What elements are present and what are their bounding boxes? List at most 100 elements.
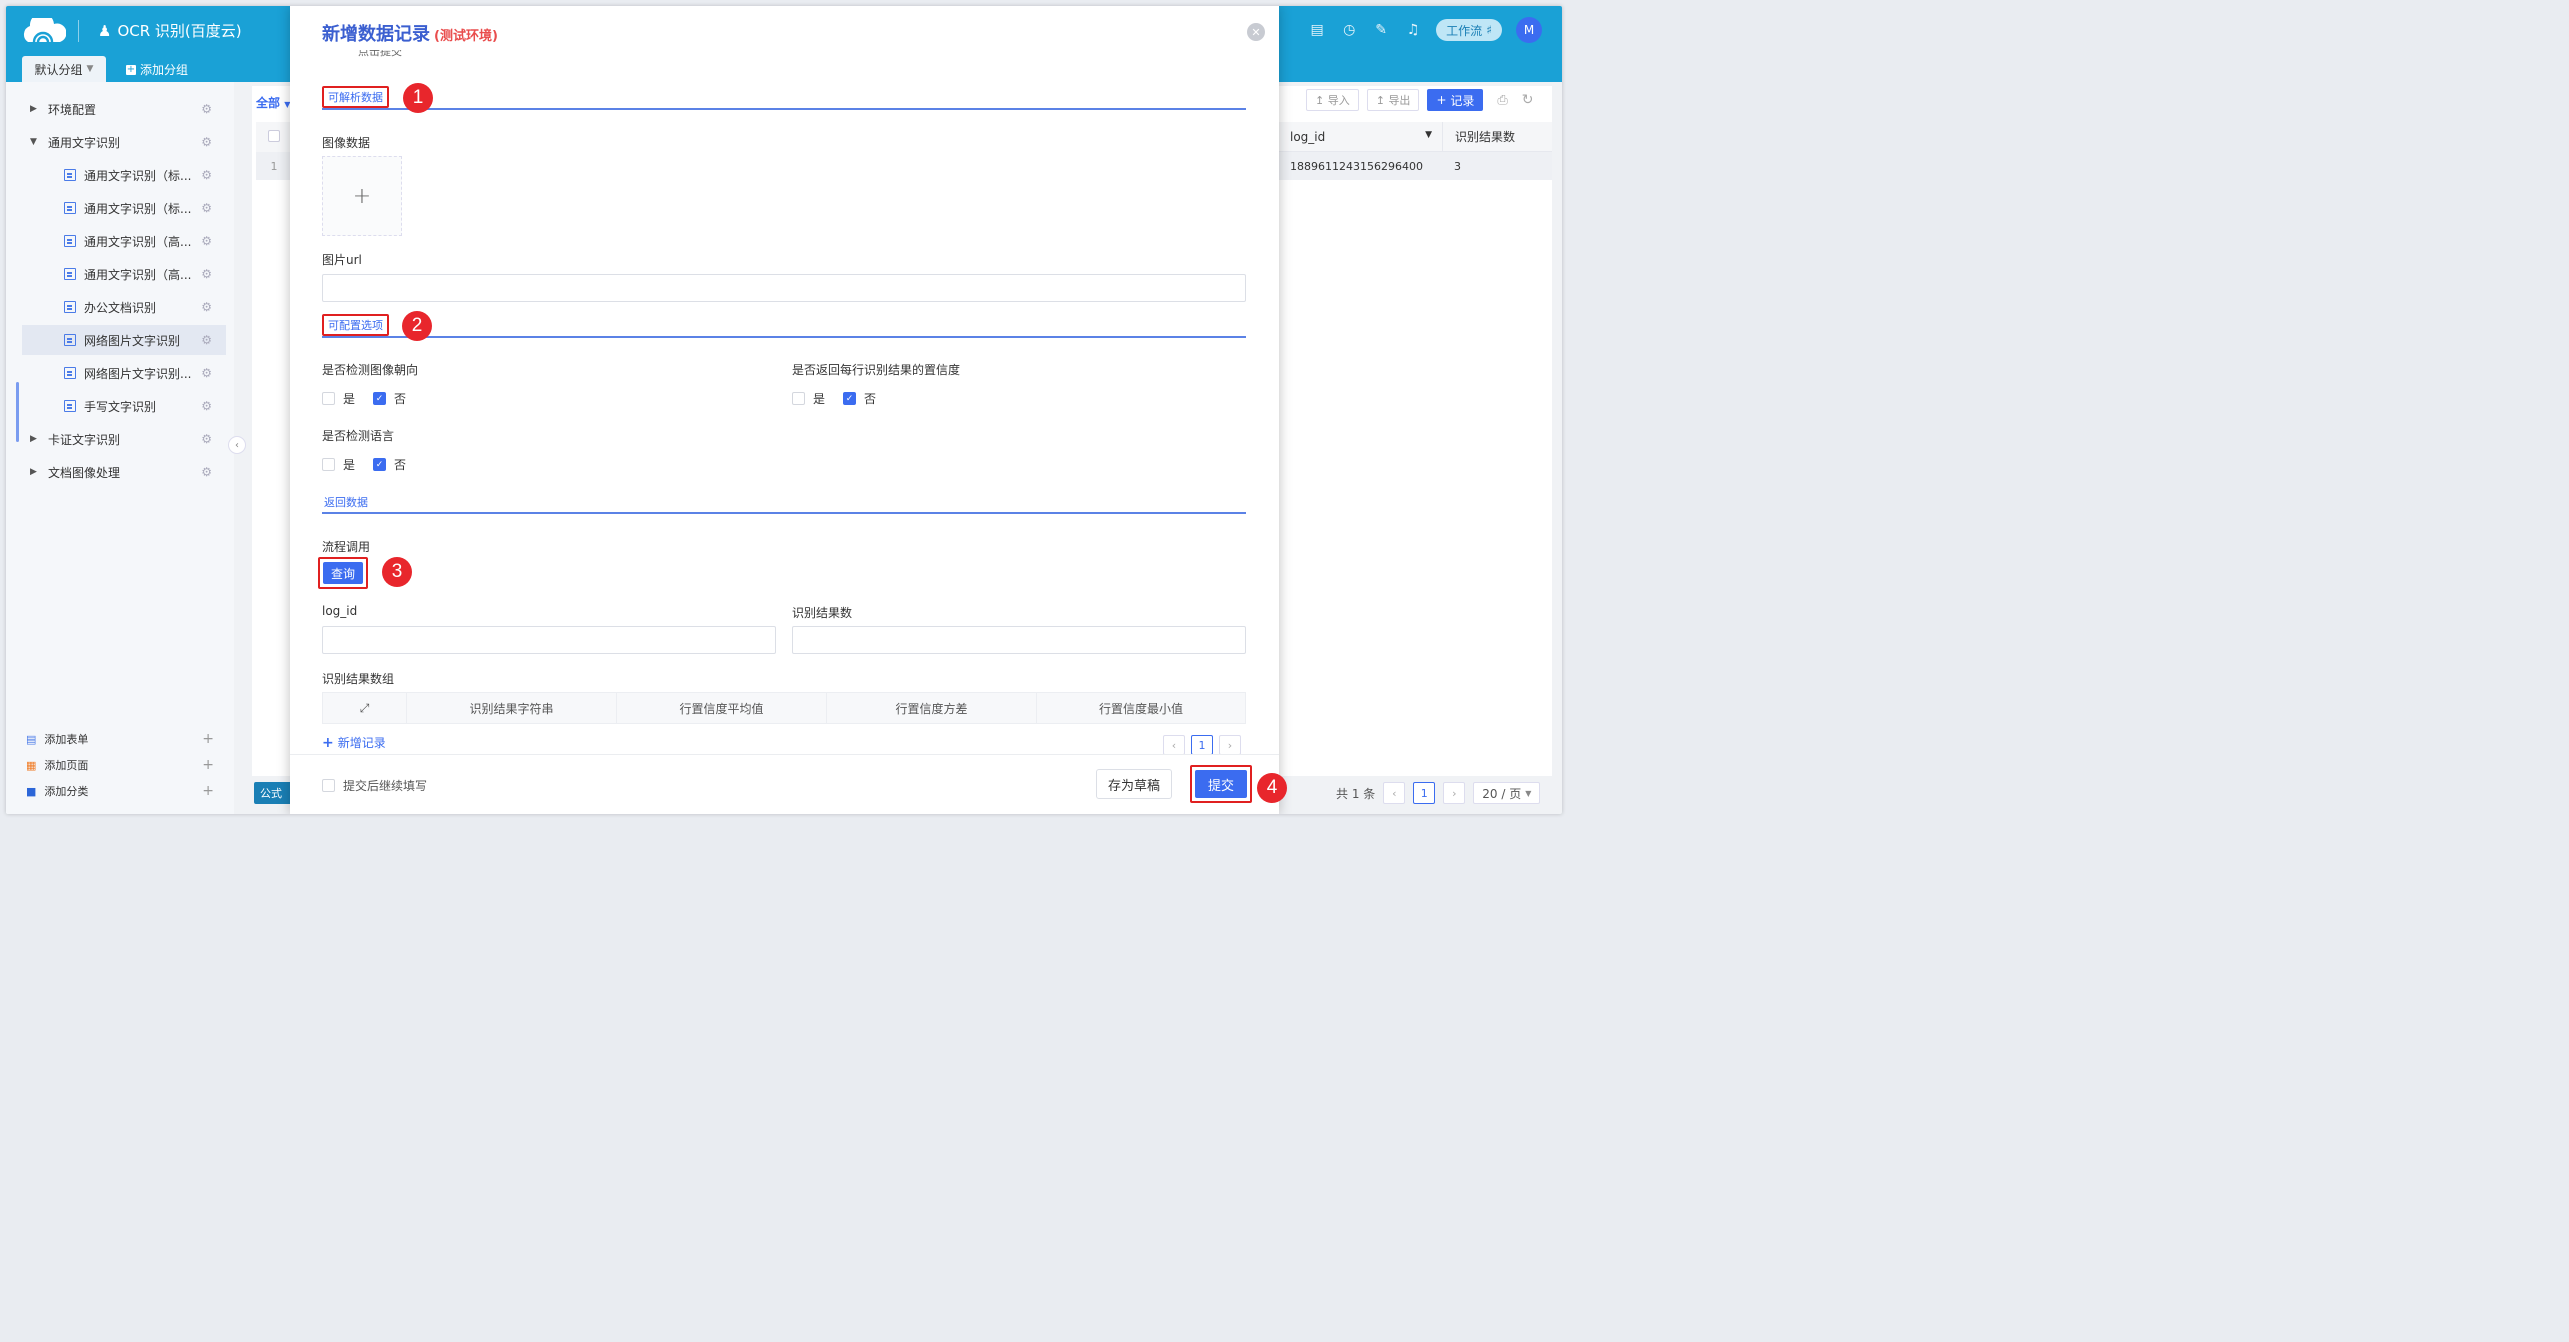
flow-call-label: 流程调用 [322,540,371,554]
add-group-button[interactable]: + 添加分组 [126,61,188,78]
filter-all-dropdown[interactable]: 全部 ▼ [256,94,290,111]
sidebar-item-handwriting[interactable]: 手写文字识别 ⚙ [6,391,226,421]
image-upload[interactable]: + [322,156,402,236]
sub-table-pagination: ‹ 1 › [1163,735,1241,755]
log-id-label: log_id [322,604,358,618]
sidebar-item-general-ocr-std-2[interactable]: 通用文字识别（标... ⚙ [6,193,226,223]
gear-icon[interactable]: ⚙ [201,432,212,446]
avatar[interactable]: M [1516,17,1542,43]
export-button[interactable]: ↥ 导出 [1366,89,1420,111]
next-page-button[interactable]: › [1219,735,1241,755]
gear-icon[interactable]: ⚙ [201,102,212,116]
add-sub-record-button[interactable]: + 新增记录 [322,734,386,751]
refresh-icon[interactable]: ↻ [1522,92,1534,108]
import-button[interactable]: ↥ 导入 [1306,89,1359,111]
return-confidence-yes[interactable]: 是 [792,390,825,407]
query-button-highlight: 查询 [318,557,368,589]
sidebar-item-env-config[interactable]: ▶ 环境配置 ⚙ [6,94,226,124]
plus-icon: + [202,783,214,799]
page-size-select[interactable]: 20 / 页 ▼ [1473,782,1541,804]
page-number[interactable]: 1 [1413,782,1436,804]
sidebar-item-office-doc[interactable]: 办公文档识别 ⚙ [6,292,226,322]
col-log-id[interactable]: log_id ▼ [1278,130,1442,144]
detect-language-label: 是否检测语言 [322,429,395,443]
col-result-count[interactable]: 识别结果数 [1442,122,1515,151]
checkbox[interactable] [792,392,805,405]
sidebar-item-card-ocr[interactable]: ▶ 卡证文字识别 ⚙ [6,424,226,454]
continue-after-submit[interactable]: 提交后继续填写 [322,777,427,794]
next-page-button[interactable]: › [1443,782,1466,804]
col-confidence-avg: 行置信度平均值 [617,693,827,723]
checkbox-checked[interactable]: ✓ [373,392,387,405]
collapse-sidebar-button[interactable]: ‹ [228,436,246,454]
detect-direction-no[interactable]: ✓ 否 [373,390,406,407]
gear-icon[interactable]: ⚙ [201,234,212,248]
image-url-input[interactable] [322,274,1246,302]
tab-default-group[interactable]: 默认分组 ▼ [22,56,106,82]
gear-icon[interactable]: ⚙ [201,135,212,149]
detect-direction-options: 是 ✓ 否 [322,390,424,407]
form-icon [64,202,76,214]
formula-button[interactable]: 公式 [254,782,294,804]
checkbox-checked[interactable]: ✓ [843,392,857,405]
detect-language-no[interactable]: ✓ 否 [373,456,406,473]
col-confidence-min: 行置信度最小值 [1098,701,1183,716]
gear-icon[interactable]: ⚙ [201,333,212,347]
submit-button[interactable]: 提交 [1195,770,1247,798]
sidebar-item-web-image[interactable]: 网络图片文字识别 ⚙ [22,325,226,355]
workflow-button[interactable]: 工作流 ♯ [1436,19,1502,41]
table-row[interactable]: 1889611243156296400 3 [1278,152,1552,180]
gear-icon[interactable]: ⚙ [201,267,212,281]
gear-icon[interactable]: ⚙ [201,465,212,479]
detect-language-yes[interactable]: 是 [322,456,355,473]
page-number[interactable]: 1 [1191,735,1213,755]
result-count-input[interactable] [792,626,1246,654]
add-form-button[interactable]: ▤ 添加表单 + [26,731,214,747]
plus-icon: + [202,731,214,747]
detect-direction-yes[interactable]: 是 [322,390,355,407]
return-confidence-no[interactable]: ✓ 否 [843,390,876,407]
sidebar-item-doc-image[interactable]: ▶ 文档图像处理 ⚙ [6,457,226,487]
plus-square-icon: + [126,63,136,75]
query-button[interactable]: 查询 [323,562,363,584]
clock-icon[interactable]: ◷ [1340,21,1358,39]
modal-title: 新增数据记录 (测试环境) [322,24,498,45]
print-icon[interactable]: ⎙ [1497,93,1507,108]
gear-icon[interactable]: ⚙ [201,366,212,380]
chevron-down-icon: ▼ [86,64,94,74]
prev-page-button[interactable]: ‹ [1163,735,1185,755]
sidebar-scroll-indicator[interactable] [16,382,19,442]
checkbox[interactable] [322,392,335,405]
document-icon[interactable]: ▤ [1308,21,1326,39]
log-id-input[interactable] [322,626,776,654]
checkbox-checked[interactable]: ✓ [373,458,387,471]
sidebar-item-general-ocr-high-1[interactable]: 通用文字识别（高... ⚙ [6,226,226,256]
add-record-button[interactable]: + 记录 [1427,89,1484,111]
save-draft-button[interactable]: 存为草稿 [1096,769,1172,799]
sidebar-item-web-image-2[interactable]: 网络图片文字识别... ⚙ [6,358,226,388]
sidebar-item-general-ocr[interactable]: ▼ 通用文字识别 ⚙ [6,127,226,157]
close-icon[interactable]: ✕ [1247,23,1265,41]
add-page-button[interactable]: ▦ 添加页面 + [26,757,214,773]
sidebar-item-general-ocr-high-2[interactable]: 通用文字识别（高... ⚙ [6,259,226,289]
bell-icon[interactable]: ♫ [1404,21,1422,39]
sidebar-item-general-ocr-std-1[interactable]: 通用文字识别（标... ⚙ [6,160,226,190]
annotation-badge-1: 1 [403,83,433,113]
app-title: ♟ OCR 识别(百度云) [98,21,242,41]
result-array-table-header: ⤢ 识别结果字符串 行置信度平均值 行置信度方差 行置信度最小值 [322,692,1246,724]
gear-icon[interactable]: ⚙ [201,168,212,182]
chevron-down-icon: ▼ [1525,788,1532,798]
gear-icon[interactable]: ⚙ [201,399,212,413]
section-options-label: 可配置选项 [322,314,389,336]
gear-icon[interactable]: ⚙ [201,300,212,314]
gear-icon[interactable]: ⚙ [201,201,212,215]
section-return-label: 返回数据 [324,496,368,509]
clipboard-icon[interactable]: ✎ [1372,21,1390,39]
select-all-checkbox[interactable] [268,130,280,142]
checkbox[interactable] [322,779,335,792]
plus-icon: + [352,183,372,209]
checkbox[interactable] [322,458,335,471]
add-category-button[interactable]: ■ 添加分类 + [26,783,214,799]
expand-icon[interactable]: ⤢ [323,693,407,723]
prev-page-button[interactable]: ‹ [1383,782,1406,804]
